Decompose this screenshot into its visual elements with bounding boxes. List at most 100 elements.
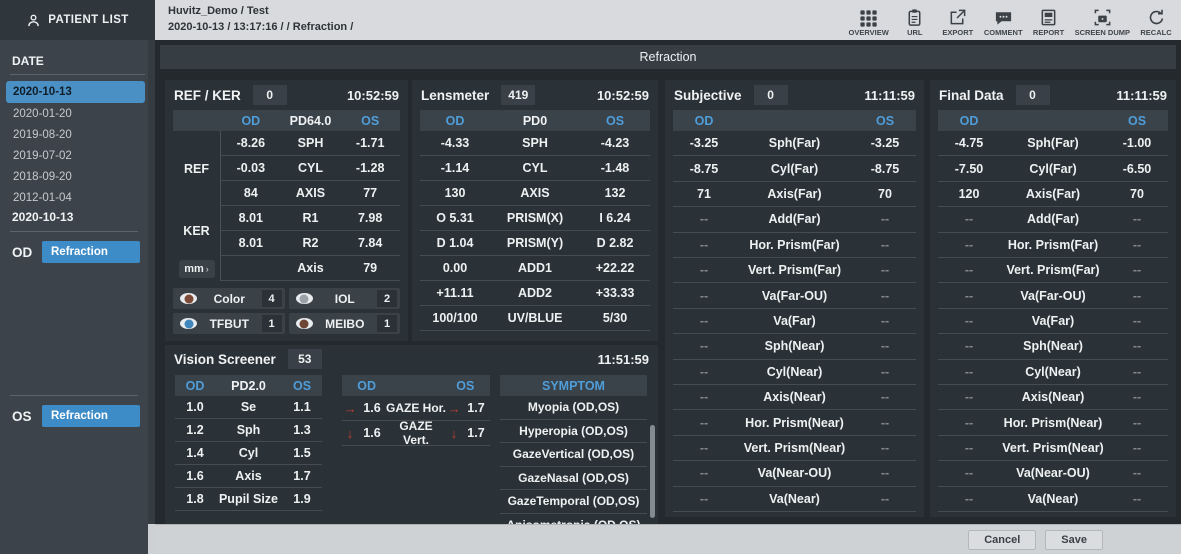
row-label: Hor. Prism(Near) (1000, 416, 1106, 430)
meibo-button[interactable]: MEIBO 1 (289, 313, 401, 334)
table-row: -- Axis(Near) -- (673, 385, 916, 410)
os-refraction-button[interactable]: Refraction (42, 405, 140, 427)
od-value: -- (938, 212, 1000, 226)
od-value: 1.6 (175, 469, 215, 483)
os-value: -8.75 (854, 162, 916, 176)
os-value: 1.1 (282, 400, 322, 414)
os-value: 5/30 (580, 311, 650, 325)
date-list-item[interactable]: 2019-08-20 (6, 125, 145, 145)
table-row: -- Cyl(Near) -- (673, 360, 916, 385)
od-refraction-button[interactable]: Refraction (42, 241, 140, 263)
row-label: Axis (215, 469, 282, 483)
od-value: -- (673, 314, 735, 328)
final-data-rows: -4.75 Sph(Far) -1.00 -7.50 Cyl(Far) -6.5… (938, 131, 1168, 512)
os-value: 7.84 (340, 236, 400, 250)
date-list-item[interactable]: 2012-01-04 (6, 188, 145, 208)
table-row: 130 AXIS 132 (420, 181, 650, 206)
os-value: -- (1106, 339, 1168, 353)
od-value: -- (673, 212, 735, 226)
os-value: -- (854, 212, 916, 226)
url-button[interactable]: URL (898, 8, 932, 37)
table-row: -- Add(Far) -- (938, 207, 1168, 232)
od-value: -- (938, 390, 1000, 404)
table-row: 0.00 ADD1 +22.22 (420, 256, 650, 281)
table-row: -- Hor. Prism(Near) -- (938, 410, 1168, 435)
od-value: -4.75 (938, 136, 1000, 150)
os-value: -- (854, 466, 916, 480)
od-value: 8.01 (221, 211, 281, 225)
table-header: OD OS (938, 110, 1168, 131)
od-column-header: OD (342, 379, 391, 393)
panel-title: Vision Screener (174, 352, 276, 367)
top-bar: Huvitz_Demo / Test 2020-10-13 / 13:17:16… (155, 0, 1181, 40)
os-value: -- (1106, 492, 1168, 506)
symptom-table: SYMPTOM Myopia (OD,OS) Hyperopia (OD,OS)… (500, 375, 647, 524)
symptom-row: Hyperopia (OD,OS) (500, 420, 647, 444)
os-value: -3.25 (854, 136, 916, 150)
od-value: D 1.04 (420, 236, 490, 250)
recalc-button[interactable]: RECALC (1139, 8, 1173, 37)
table-row: 1.0 Se 1.1 (175, 396, 322, 419)
export-button[interactable]: EXPORT (941, 8, 975, 37)
breadcrumb-session: 2020-10-13 / 13:17:16 / / Refraction / (168, 20, 353, 36)
screen-dump-button[interactable]: SCREEN DUMP (1075, 8, 1130, 37)
symptom-column-header: SYMPTOM (500, 379, 647, 393)
os-value: +22.22 (580, 261, 650, 275)
table-row: 1.8 Pupil Size 1.9 (175, 488, 322, 511)
count-badge: 0 (754, 85, 788, 105)
tfbut-eye-icon (180, 318, 197, 329)
unit-mm-button[interactable]: mm › (179, 260, 215, 278)
subjective-panel: Subjective 0 11:11:59 OD OS -3.25 Sph(Fa… (665, 80, 924, 517)
od-value: 0.00 (420, 261, 490, 275)
tool-label: REPORT (1033, 28, 1064, 37)
report-button[interactable]: REPORT (1032, 8, 1066, 37)
od-value: 1.4 (175, 446, 215, 460)
color-button[interactable]: Color 4 (173, 288, 285, 309)
date-list-item[interactable]: 2020-01-20 (6, 104, 145, 124)
date-section-label: DATE (12, 54, 155, 68)
sidebar-scrollbar-thumb[interactable] (148, 524, 155, 554)
date-list-item[interactable]: 2018-09-20 (6, 167, 145, 187)
symptom-row: Myopia (OD,OS) (500, 396, 647, 420)
divider (10, 74, 145, 75)
cancel-button[interactable]: Cancel (968, 530, 1036, 550)
table-row: -- Sph(Near) -- (673, 334, 916, 359)
panel-title: Final Data (939, 88, 1004, 103)
row-label: GAZE Hor. (386, 401, 446, 415)
table-row: -- Va(Near) -- (938, 487, 1168, 512)
table-row: -0.03 CYL -1.28 (221, 156, 400, 181)
od-value: -- (673, 339, 735, 353)
iol-button[interactable]: IOL 2 (289, 288, 401, 309)
tfbut-button[interactable]: TFBUT 1 (173, 313, 285, 334)
table-row: 71 Axis(Far) 70 (673, 182, 916, 207)
os-value: 79 (340, 261, 400, 275)
row-label: Va(Far) (735, 314, 854, 328)
od-value: -8.75 (673, 162, 735, 176)
table-row: -- Sph(Near) -- (938, 334, 1168, 359)
count-badge: 419 (501, 85, 535, 105)
od-value: 8.01 (221, 236, 281, 250)
symptom-scrollbar-thumb[interactable] (650, 425, 655, 518)
row-label: SPH (281, 136, 341, 150)
row-label: Va(Near-OU) (735, 466, 854, 480)
report-icon (1039, 8, 1058, 27)
date-list-item[interactable]: 2019-07-02 (6, 146, 145, 166)
row-label: Axis(Far) (1000, 187, 1106, 201)
od-value: -8.26 (221, 136, 281, 150)
os-value: 70 (1106, 187, 1168, 201)
date-list-item[interactable]: 2020-10-13 (6, 81, 145, 103)
od-value: 120 (938, 187, 1000, 201)
row-label: Va(Far-OU) (735, 289, 854, 303)
table-row: O 5.31 PRISM(X) I 6.24 (420, 206, 650, 231)
export-icon (948, 8, 967, 27)
od-value: -- (673, 492, 735, 506)
table-row: -- Vert. Prism(Far) -- (938, 258, 1168, 283)
overview-button[interactable]: OVERVIEW (849, 8, 889, 37)
row-label: Vert. Prism(Far) (735, 263, 854, 277)
tool-label: COMMENT (984, 28, 1023, 37)
save-button[interactable]: Save (1045, 530, 1103, 550)
row-label: ADD2 (490, 286, 580, 300)
count-badge: 4 (262, 290, 282, 307)
comment-button[interactable]: COMMENT (984, 8, 1023, 37)
table-row: +11.11 ADD2 +33.33 (420, 281, 650, 306)
